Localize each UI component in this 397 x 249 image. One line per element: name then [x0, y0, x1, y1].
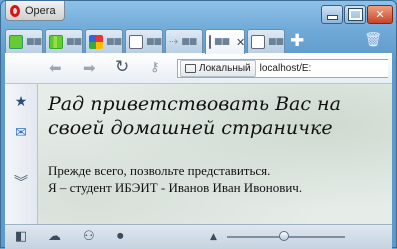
minimize-icon: [326, 15, 338, 20]
site-info-badge[interactable]: Локальный: [180, 60, 256, 77]
google-icon: [89, 34, 103, 49]
bookmarks-star-icon[interactable]: ★: [5, 94, 37, 110]
intro-paragraph: Прежде всего, позвольте представиться. Я…: [48, 162, 302, 196]
side-panel: ★ ✉ ︾: [5, 84, 38, 224]
tab-overflow-icon: ■■: [181, 36, 197, 47]
tab-overflow-icon: ■■: [214, 37, 230, 47]
tab-1[interactable]: ■■: [5, 29, 43, 53]
key-icon[interactable]: ⚷: [150, 60, 160, 75]
close-window-button[interactable]: ✕: [367, 5, 393, 24]
back-button[interactable]: ⬅: [49, 59, 62, 77]
tab-overflow-icon: ■■: [106, 36, 122, 47]
maximize-button[interactable]: [344, 5, 366, 24]
tab-close-icon[interactable]: ✕: [236, 36, 245, 49]
new-tab-button[interactable]: ✚: [290, 31, 304, 51]
opera-menu-label: Opera: [25, 4, 56, 17]
tab-overflow-icon: ■■: [66, 36, 82, 47]
closed-tabs-trash-icon[interactable]: 🗑: [364, 32, 382, 48]
page-icon-green: [9, 34, 23, 49]
status-bar: ◧ ☁ ⚇ ⏺ ▲: [5, 224, 392, 249]
minimize-button[interactable]: [321, 5, 343, 24]
browser-window: Opera ✕ ■■ ■■ ■■ ■■ ⇢ ■■ ■■ ✕ ■■ ✚ 🗑 ⬅ ➡…: [0, 0, 397, 249]
turbo-icon[interactable]: ⏺: [117, 229, 124, 244]
tab-3[interactable]: ■■: [85, 29, 123, 53]
tab-active[interactable]: ■■ ✕: [205, 29, 245, 54]
intro-line-1: Прежде всего, позвольте представиться.: [48, 163, 271, 178]
tab-7[interactable]: ■■: [247, 29, 285, 53]
document-icon: [209, 35, 211, 49]
tab-2[interactable]: ■■: [45, 29, 83, 53]
expand-panel-icon[interactable]: ︾: [5, 172, 37, 192]
forward-button[interactable]: ➡: [83, 59, 96, 77]
zoom-menu-icon[interactable]: ▲: [210, 232, 217, 242]
close-icon: ✕: [375, 8, 385, 21]
opera-logo-icon: [10, 4, 20, 17]
intro-line-2: Я – студент ИБЭИТ - Иванов Иван Ивонович…: [48, 180, 303, 195]
unite-share-icon[interactable]: ⚇: [83, 229, 95, 244]
cloud-sync-icon[interactable]: ☁: [48, 229, 61, 244]
site-info-label: Локальный: [199, 63, 251, 74]
mail-icon[interactable]: ✉: [5, 125, 37, 141]
zoom-slider-thumb[interactable]: [279, 231, 289, 241]
chart-icon: [49, 34, 63, 49]
document-icon: [129, 34, 143, 49]
page-content: Рад приветствовать Вас на своей домашней…: [38, 84, 392, 224]
tab-4[interactable]: ■■: [125, 29, 163, 53]
document-icon: [251, 34, 265, 49]
address-bar[interactable]: Локальный localhost/E:: [177, 59, 388, 78]
opera-menu-button[interactable]: Opera: [5, 1, 65, 21]
url-text[interactable]: localhost/E:: [260, 63, 312, 74]
navigation-toolbar: ⬅ ➡ ↻ ⚷ Локальный localhost/E:: [5, 53, 392, 84]
tab-overflow-icon: ■■: [26, 36, 42, 47]
tab-bar: ■■ ■■ ■■ ■■ ⇢ ■■ ■■ ✕ ■■ ✚ 🗑: [5, 29, 392, 54]
page-heading: Рад приветствовать Вас на своей домашней…: [48, 93, 341, 139]
tab-overflow-icon: ■■: [268, 36, 284, 47]
maximize-icon: [347, 8, 363, 21]
arrow-page-icon: ⇢: [169, 35, 179, 48]
panel-toggle-icon[interactable]: ◧: [15, 229, 27, 244]
monitor-icon: [185, 64, 196, 73]
window-controls: ✕: [320, 5, 393, 24]
tab-5[interactable]: ⇢ ■■: [165, 29, 203, 53]
tab-overflow-icon: ■■: [146, 36, 162, 47]
reload-button[interactable]: ↻: [115, 57, 129, 77]
